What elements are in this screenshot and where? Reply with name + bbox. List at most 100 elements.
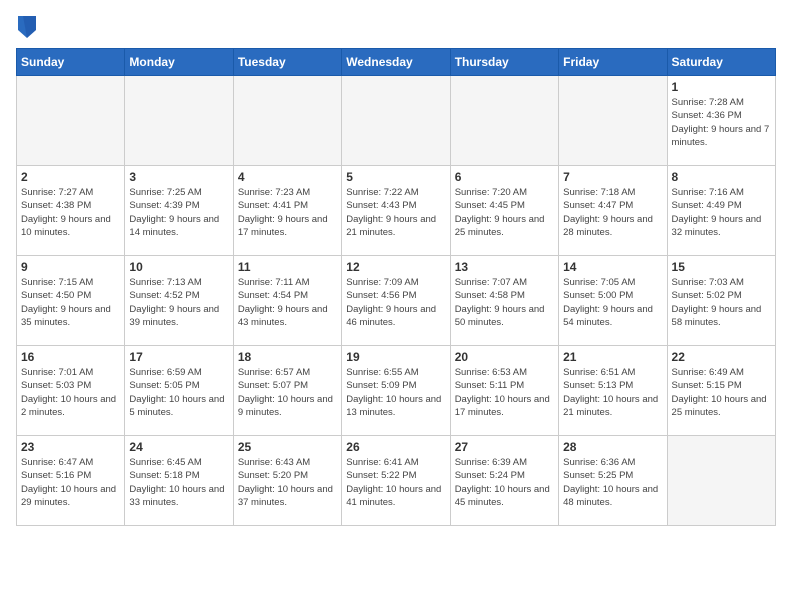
- calendar-cell: 28Sunrise: 6:36 AM Sunset: 5:25 PM Dayli…: [559, 436, 667, 526]
- day-info: Sunrise: 7:11 AM Sunset: 4:54 PM Dayligh…: [238, 276, 337, 329]
- day-info: Sunrise: 7:05 AM Sunset: 5:00 PM Dayligh…: [563, 276, 662, 329]
- weekday-header-row: SundayMondayTuesdayWednesdayThursdayFrid…: [17, 49, 776, 76]
- weekday-header-monday: Monday: [125, 49, 233, 76]
- calendar-cell: 20 Sunrise: 6:53 AM Sunset: 5:11 PM Dayli…: [450, 346, 558, 436]
- day-info: Sunrise: 6:57 AM Sunset: 5:07 PM Dayligh…: [238, 366, 337, 419]
- day-info: Sunrise: 7:23 AM Sunset: 4:41 PM Dayligh…: [238, 186, 337, 239]
- day-info: Sunrise: 6:59 AM Sunset: 5:05 PM Dayligh…: [129, 366, 228, 419]
- calendar-cell: [450, 76, 558, 166]
- day-number: 16: [21, 350, 120, 364]
- calendar-cell: 12 Sunrise: 7:09 AM Sunset: 4:56 PM Dayli…: [342, 256, 450, 346]
- logo: [16, 16, 36, 38]
- weekday-header-saturday: Saturday: [667, 49, 775, 76]
- calendar-cell: 4Sunrise: 7:23 AM Sunset: 4:41 PM Daylig…: [233, 166, 341, 256]
- day-number: 8: [672, 170, 771, 184]
- day-info: Sunrise: 6:51 AM Sunset: 5:13 PM Dayligh…: [563, 366, 662, 419]
- weekday-header-friday: Friday: [559, 49, 667, 76]
- day-number: 3: [129, 170, 228, 184]
- calendar-cell: 22 Sunrise: 6:49 AM Sunset: 5:15 PM Dayli…: [667, 346, 775, 436]
- day-info: Sunrise: 6:41 AM Sunset: 5:22 PM Dayligh…: [346, 456, 445, 509]
- weekday-header-wednesday: Wednesday: [342, 49, 450, 76]
- day-number: 1: [672, 80, 771, 94]
- calendar-cell: [233, 76, 341, 166]
- calendar-cell: 9Sunrise: 7:15 AM Sunset: 4:50 PM Daylig…: [17, 256, 125, 346]
- calendar-cell: 17 Sunrise: 6:59 AM Sunset: 5:05 PM Dayli…: [125, 346, 233, 436]
- day-info: Sunrise: 6:36 AM Sunset: 5:25 PM Dayligh…: [563, 456, 662, 509]
- day-info: Sunrise: 6:43 AM Sunset: 5:20 PM Dayligh…: [238, 456, 337, 509]
- day-number: 25: [238, 440, 337, 454]
- weekday-header-thursday: Thursday: [450, 49, 558, 76]
- day-info: Sunrise: 7:15 AM Sunset: 4:50 PM Dayligh…: [21, 276, 120, 329]
- day-number: 21: [563, 350, 662, 364]
- calendar-cell: 16 Sunrise: 7:01 AM Sunset: 5:03 PM Dayli…: [17, 346, 125, 436]
- calendar-cell: 10 Sunrise: 7:13 AM Sunset: 4:52 PM Dayli…: [125, 256, 233, 346]
- logo-icon: [18, 16, 36, 38]
- day-info: Sunrise: 7:18 AM Sunset: 4:47 PM Dayligh…: [563, 186, 662, 239]
- day-info: Sunrise: 7:01 AM Sunset: 5:03 PM Dayligh…: [21, 366, 120, 419]
- day-info: Sunrise: 7:07 AM Sunset: 4:58 PM Dayligh…: [455, 276, 554, 329]
- calendar-week-1: 1 Sunrise: 7:28 AM Sunset: 4:36 PM Daylig…: [17, 76, 776, 166]
- day-number: 15: [672, 260, 771, 274]
- calendar-cell: 2 Sunrise: 7:27 AM Sunset: 4:38 PM Daylig…: [17, 166, 125, 256]
- calendar-cell: 25 Sunrise: 6:43 AM Sunset: 5:20 PM Dayli…: [233, 436, 341, 526]
- calendar-cell: 3 Sunrise: 7:25 AM Sunset: 4:39 PM Daylig…: [125, 166, 233, 256]
- calendar-week-3: 9Sunrise: 7:15 AM Sunset: 4:50 PM Daylig…: [17, 256, 776, 346]
- day-number: 24: [129, 440, 228, 454]
- day-info: Sunrise: 7:03 AM Sunset: 5:02 PM Dayligh…: [672, 276, 771, 329]
- day-info: Sunrise: 7:27 AM Sunset: 4:38 PM Dayligh…: [21, 186, 120, 239]
- calendar-week-5: 23Sunrise: 6:47 AM Sunset: 5:16 PM Dayli…: [17, 436, 776, 526]
- day-number: 20: [455, 350, 554, 364]
- day-number: 2: [21, 170, 120, 184]
- day-info: Sunrise: 7:13 AM Sunset: 4:52 PM Dayligh…: [129, 276, 228, 329]
- calendar-cell: 26 Sunrise: 6:41 AM Sunset: 5:22 PM Dayli…: [342, 436, 450, 526]
- day-info: Sunrise: 7:20 AM Sunset: 4:45 PM Dayligh…: [455, 186, 554, 239]
- day-number: 5: [346, 170, 445, 184]
- day-info: Sunrise: 7:28 AM Sunset: 4:36 PM Dayligh…: [672, 96, 771, 149]
- calendar-cell: 19 Sunrise: 6:55 AM Sunset: 5:09 PM Dayli…: [342, 346, 450, 436]
- day-number: 22: [672, 350, 771, 364]
- calendar-cell: [559, 76, 667, 166]
- day-info: Sunrise: 7:16 AM Sunset: 4:49 PM Dayligh…: [672, 186, 771, 239]
- day-number: 17: [129, 350, 228, 364]
- day-info: Sunrise: 6:45 AM Sunset: 5:18 PM Dayligh…: [129, 456, 228, 509]
- day-info: Sunrise: 6:53 AM Sunset: 5:11 PM Dayligh…: [455, 366, 554, 419]
- day-info: Sunrise: 6:55 AM Sunset: 5:09 PM Dayligh…: [346, 366, 445, 419]
- day-number: 6: [455, 170, 554, 184]
- calendar-cell: [667, 436, 775, 526]
- calendar-cell: 1 Sunrise: 7:28 AM Sunset: 4:36 PM Daylig…: [667, 76, 775, 166]
- calendar-cell: 7 Sunrise: 7:18 AM Sunset: 4:47 PM Daylig…: [559, 166, 667, 256]
- day-number: 23: [21, 440, 120, 454]
- day-number: 12: [346, 260, 445, 274]
- calendar-cell: 14Sunrise: 7:05 AM Sunset: 5:00 PM Dayli…: [559, 256, 667, 346]
- calendar-cell: 11 Sunrise: 7:11 AM Sunset: 4:54 PM Dayli…: [233, 256, 341, 346]
- day-info: Sunrise: 7:22 AM Sunset: 4:43 PM Dayligh…: [346, 186, 445, 239]
- day-number: 18: [238, 350, 337, 364]
- day-number: 11: [238, 260, 337, 274]
- calendar-cell: 13 Sunrise: 7:07 AM Sunset: 4:58 PM Dayli…: [450, 256, 558, 346]
- calendar-cell: [17, 76, 125, 166]
- calendar-cell: 18 Sunrise: 6:57 AM Sunset: 5:07 PM Dayli…: [233, 346, 341, 436]
- calendar-cell: [125, 76, 233, 166]
- calendar-cell: 15 Sunrise: 7:03 AM Sunset: 5:02 PM Dayli…: [667, 256, 775, 346]
- day-number: 13: [455, 260, 554, 274]
- day-number: 10: [129, 260, 228, 274]
- day-info: Sunrise: 6:49 AM Sunset: 5:15 PM Dayligh…: [672, 366, 771, 419]
- calendar-cell: 24 Sunrise: 6:45 AM Sunset: 5:18 PM Dayli…: [125, 436, 233, 526]
- calendar-cell: 5 Sunrise: 7:22 AM Sunset: 4:43 PM Daylig…: [342, 166, 450, 256]
- weekday-header-tuesday: Tuesday: [233, 49, 341, 76]
- day-number: 7: [563, 170, 662, 184]
- calendar-week-2: 2 Sunrise: 7:27 AM Sunset: 4:38 PM Daylig…: [17, 166, 776, 256]
- calendar-cell: 6 Sunrise: 7:20 AM Sunset: 4:45 PM Daylig…: [450, 166, 558, 256]
- calendar-cell: 21 Sunrise: 6:51 AM Sunset: 5:13 PM Dayli…: [559, 346, 667, 436]
- calendar-cell: 8 Sunrise: 7:16 AM Sunset: 4:49 PM Daylig…: [667, 166, 775, 256]
- day-number: 19: [346, 350, 445, 364]
- day-number: 27: [455, 440, 554, 454]
- weekday-header-sunday: Sunday: [17, 49, 125, 76]
- day-info: Sunrise: 7:09 AM Sunset: 4:56 PM Dayligh…: [346, 276, 445, 329]
- day-info: Sunrise: 7:25 AM Sunset: 4:39 PM Dayligh…: [129, 186, 228, 239]
- calendar-table: SundayMondayTuesdayWednesdayThursdayFrid…: [16, 48, 776, 526]
- day-number: 26: [346, 440, 445, 454]
- calendar-cell: [342, 76, 450, 166]
- calendar-week-4: 16 Sunrise: 7:01 AM Sunset: 5:03 PM Dayli…: [17, 346, 776, 436]
- day-info: Sunrise: 6:39 AM Sunset: 5:24 PM Dayligh…: [455, 456, 554, 509]
